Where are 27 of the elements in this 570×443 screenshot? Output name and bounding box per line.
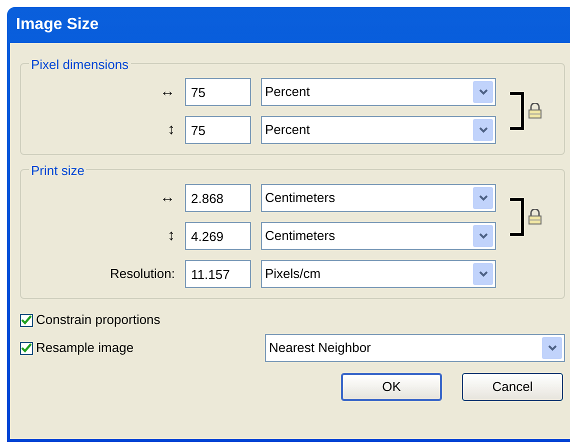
field-label: ↔: [159, 188, 175, 208]
dropdown[interactable]: Centimeters: [261, 222, 496, 250]
dropdown[interactable]: Pixels/cm: [261, 260, 496, 288]
dropdown[interactable]: Percent: [261, 78, 496, 106]
field-label: ↕: [166, 226, 175, 246]
dialog-button[interactable]: Cancel: [462, 373, 563, 401]
checkbox[interactable]: [20, 342, 33, 354]
link-bracket: [510, 92, 524, 130]
field-label: ↔: [159, 82, 175, 102]
window-title: Image Size: [16, 15, 99, 35]
lock-icon: [528, 209, 542, 225]
input-field[interactable]: 75: [185, 78, 251, 106]
input-field[interactable]: 75: [185, 116, 251, 144]
lock-icon: [528, 103, 542, 119]
input-field[interactable]: 2.868: [185, 184, 251, 212]
checkbox-label[interactable]: Resample image: [36, 338, 134, 358]
dropdown[interactable]: Percent: [261, 116, 496, 144]
checkbox[interactable]: [20, 314, 33, 326]
field-label: Resolution:: [108, 265, 175, 284]
checkbox-label[interactable]: Constrain proportions: [36, 310, 160, 330]
dialog-button[interactable]: OK: [341, 373, 442, 401]
dropdown[interactable]: Nearest Neighbor: [265, 334, 565, 362]
field-label: ↕: [166, 120, 175, 140]
dropdown[interactable]: Centimeters: [261, 184, 496, 212]
link-bracket: [510, 198, 524, 236]
input-field[interactable]: 11.157: [185, 260, 251, 288]
input-field[interactable]: 4.269: [185, 222, 251, 250]
